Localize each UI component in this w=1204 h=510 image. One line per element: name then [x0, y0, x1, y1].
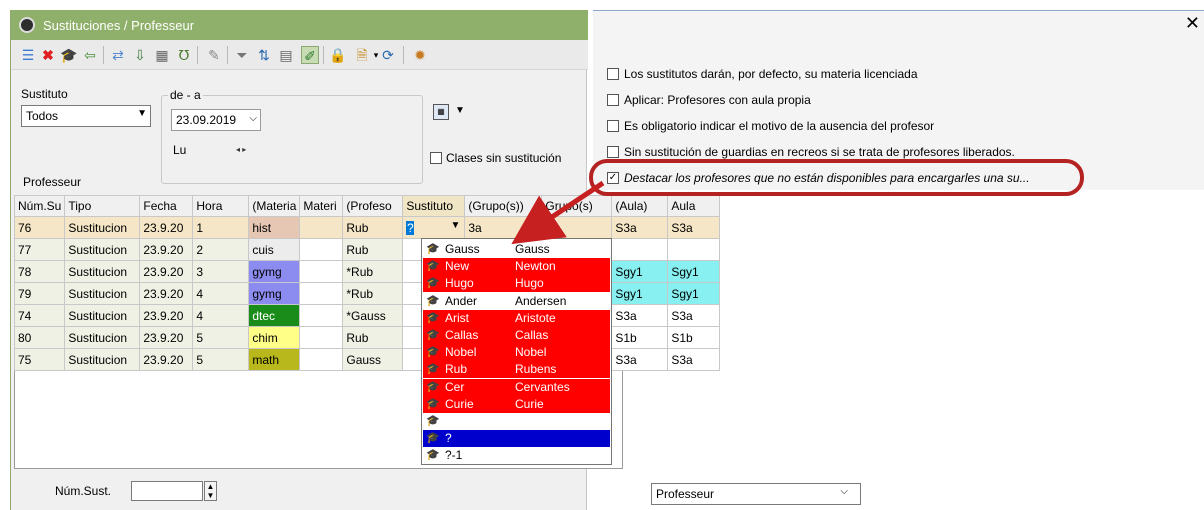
annotation-arrow [511, 180, 605, 245]
highlight-ring [589, 159, 1084, 196]
annotation-overlay [511, 159, 1084, 245]
